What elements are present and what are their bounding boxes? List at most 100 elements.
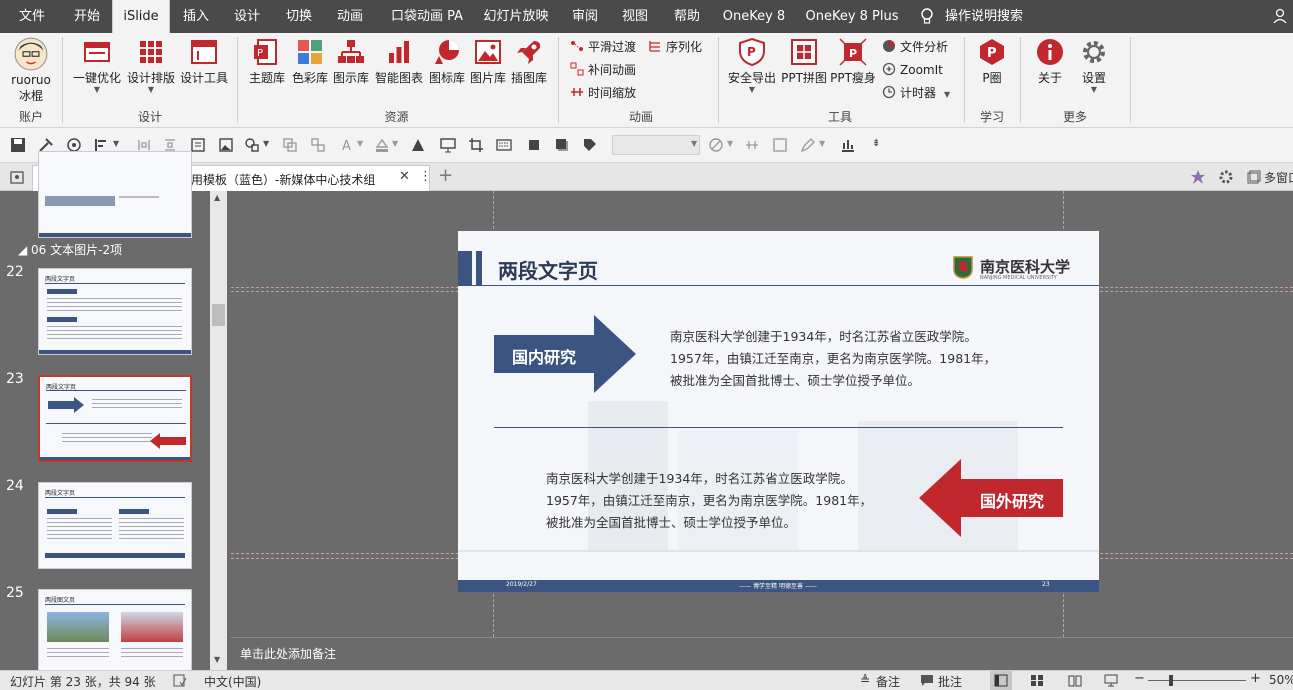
fill-color-icon[interactable] bbox=[374, 137, 390, 153]
zoomit-button[interactable]: ZoomIt bbox=[882, 60, 943, 80]
font-size-combo[interactable] bbox=[612, 135, 700, 155]
customize-toolbar-icon[interactable]: ⇟ bbox=[872, 138, 880, 149]
more-options-icon[interactable]: ⋮ bbox=[419, 169, 432, 184]
notes-button[interactable]: 备注 bbox=[876, 673, 900, 690]
section-title[interactable]: ◢ 06 文本图片-2项 bbox=[18, 241, 122, 258]
design-tools-button[interactable]: 设计工具 bbox=[178, 37, 230, 86]
color-library-button[interactable]: 色彩库 bbox=[290, 37, 330, 86]
zoom-slider-thumb[interactable] bbox=[1169, 675, 1173, 686]
tab-insert[interactable]: 插入 bbox=[172, 0, 220, 33]
chevron-down-icon[interactable]: ▼ bbox=[392, 139, 398, 148]
serialize-button[interactable]: 序列化 bbox=[648, 37, 702, 57]
resize-icon[interactable] bbox=[772, 137, 788, 153]
theme-library-button[interactable]: P 主题库 bbox=[244, 37, 290, 86]
chevron-down-icon[interactable]: ▼ bbox=[691, 139, 697, 148]
tab-review[interactable]: 审阅 bbox=[562, 0, 608, 33]
icon-library-button[interactable]: 图标库 bbox=[427, 37, 467, 86]
slideshow-icon[interactable] bbox=[1104, 674, 1118, 687]
comments-button[interactable]: 批注 bbox=[938, 673, 962, 690]
thumbnail-scrollbar[interactable]: ▲ ▼ bbox=[210, 191, 227, 670]
connector-icon[interactable] bbox=[744, 137, 760, 153]
user-icon[interactable] bbox=[1273, 8, 1289, 24]
chevron-down-icon[interactable]: ▼ bbox=[357, 139, 363, 148]
language-indicator[interactable]: 中文(中国) bbox=[204, 673, 261, 690]
safe-export-button[interactable]: P 安全导出 ▼ bbox=[726, 37, 778, 94]
chevron-down-icon[interactable]: ▼ bbox=[819, 139, 825, 148]
slide-thumbnail[interactable] bbox=[38, 151, 192, 238]
shapes-icon[interactable] bbox=[244, 137, 260, 153]
image-icon[interactable] bbox=[218, 137, 234, 153]
tell-me-search[interactable]: 操作说明搜索 bbox=[942, 0, 1026, 33]
save-icon[interactable] bbox=[10, 137, 26, 153]
timer-button[interactable]: 计时器 ▼ bbox=[882, 83, 950, 103]
spellcheck-icon[interactable] bbox=[173, 674, 187, 687]
zoom-out-icon[interactable]: − bbox=[1134, 671, 1145, 686]
gear-icon[interactable] bbox=[1218, 169, 1234, 185]
scroll-up-icon[interactable]: ▲ bbox=[214, 193, 220, 202]
slide-thumbnail-23-selected[interactable]: 两段文字页 bbox=[38, 375, 192, 462]
shape-effect-icon[interactable] bbox=[410, 137, 426, 153]
tab-view[interactable]: 视图 bbox=[612, 0, 658, 33]
square-icon[interactable] bbox=[526, 137, 542, 153]
zoom-in-icon[interactable]: + bbox=[1250, 671, 1261, 686]
settings-button[interactable]: 设置 ▼ bbox=[1074, 37, 1114, 94]
zoom-slider[interactable] bbox=[1148, 680, 1246, 681]
tab-file[interactable]: 文件 bbox=[8, 0, 56, 33]
image-library-button[interactable]: 图片库 bbox=[468, 37, 508, 86]
chevron-down-icon[interactable]: ▼ bbox=[727, 139, 733, 148]
one-click-optimize-button[interactable]: 一键优化 ▼ bbox=[70, 37, 124, 94]
multi-window-icon[interactable] bbox=[1247, 170, 1261, 184]
tag-icon[interactable] bbox=[582, 137, 598, 153]
illustration-library-button[interactable]: 插图库 bbox=[509, 37, 549, 86]
comment-icon[interactable] bbox=[920, 674, 934, 687]
shadow-square-icon[interactable] bbox=[554, 137, 570, 153]
tab-design[interactable]: 设计 bbox=[222, 0, 272, 33]
edit-icon[interactable] bbox=[800, 137, 816, 153]
scrollbar-thumb[interactable] bbox=[212, 304, 225, 326]
group-icon[interactable] bbox=[282, 137, 298, 153]
diagram-library-button[interactable]: 图示库 bbox=[331, 37, 371, 86]
ungroup-icon[interactable] bbox=[310, 137, 326, 153]
textbox-icon[interactable] bbox=[190, 137, 206, 153]
reading-view-icon[interactable] bbox=[1068, 674, 1082, 687]
tab-animations[interactable]: 动画 bbox=[326, 0, 374, 33]
slide-canvas[interactable]: 两段文字页 南京医科大学 NANJING MEDICAL UNIVERSITY … bbox=[458, 231, 1099, 592]
account-button[interactable]: ruoruo 冰棍 bbox=[8, 37, 54, 104]
about-button[interactable]: 关于 bbox=[1030, 37, 1070, 86]
tab-islide[interactable]: iSlide bbox=[112, 0, 170, 33]
presentation-icon[interactable] bbox=[440, 137, 456, 153]
slide-thumbnail-22[interactable]: 两段文字页 bbox=[38, 268, 192, 355]
ppt-slim-button[interactable]: P PPT瘦身 bbox=[828, 37, 878, 86]
smooth-transition-button[interactable]: 平滑过渡 bbox=[570, 37, 636, 57]
p-circle-button[interactable]: P P圈 bbox=[972, 37, 1012, 86]
tab-pocket-animation[interactable]: 口袋动画 PA bbox=[384, 0, 470, 33]
slide-sorter-icon[interactable] bbox=[1030, 674, 1044, 687]
design-layout-button[interactable]: 设计排版 ▼ bbox=[124, 37, 178, 94]
tween-animation-button[interactable]: 补间动画 bbox=[570, 60, 636, 80]
window-icon[interactable] bbox=[10, 169, 26, 185]
time-scale-button[interactable]: 时间缩放 bbox=[570, 83, 636, 103]
keyboard-icon[interactable] bbox=[496, 137, 512, 153]
close-icon[interactable]: ✕ bbox=[399, 169, 410, 184]
normal-view-button[interactable] bbox=[990, 671, 1012, 690]
slide-thumbnail-25[interactable]: 两段图文页 bbox=[38, 589, 192, 676]
skin-icon[interactable] bbox=[1190, 169, 1206, 185]
chart-icon[interactable] bbox=[840, 137, 856, 153]
scroll-down-icon[interactable]: ▼ bbox=[214, 655, 220, 664]
tab-transitions[interactable]: 切换 bbox=[274, 0, 324, 33]
slide-thumbnail-24[interactable]: 两段文字页 bbox=[38, 482, 192, 569]
chevron-down-icon[interactable]: ▼ bbox=[113, 139, 119, 148]
ppt-puzzle-button[interactable]: PPT拼图 bbox=[780, 37, 828, 86]
tab-onekey8plus[interactable]: OneKey 8 Plus bbox=[800, 0, 904, 33]
no-entry-icon[interactable] bbox=[708, 137, 724, 153]
new-tab-icon[interactable]: + bbox=[438, 165, 453, 186]
notes-icon[interactable]: ≜ bbox=[860, 673, 870, 687]
file-analysis-button[interactable]: 文件分析 bbox=[882, 37, 948, 57]
crop-icon[interactable] bbox=[468, 137, 484, 153]
multi-window-label[interactable]: 多窗口 bbox=[1264, 169, 1293, 186]
tab-onekey8[interactable]: OneKey 8 bbox=[718, 0, 790, 33]
notes-pane[interactable]: 单击此处添加备注 bbox=[231, 637, 1293, 670]
font-color-icon[interactable]: A bbox=[340, 137, 356, 153]
tab-slideshow[interactable]: 幻灯片放映 bbox=[478, 0, 554, 33]
tab-help[interactable]: 帮助 bbox=[664, 0, 710, 33]
